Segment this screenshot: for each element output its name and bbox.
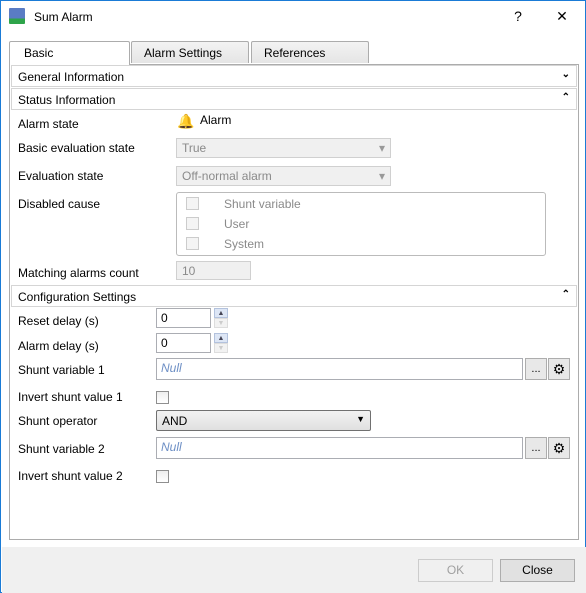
matching-count-label: Matching alarms count [18, 266, 139, 280]
section-title: Configuration Settings [18, 290, 137, 304]
reset-delay-label: Reset delay (s) [18, 314, 99, 328]
section-title: General Information [18, 70, 125, 84]
reset-delay-input[interactable]: 0 [156, 308, 211, 328]
shunt-variable-option: Shunt variable [224, 197, 301, 211]
alarm-delay-label: Alarm delay (s) [18, 339, 99, 353]
section-configuration-settings[interactable]: Configuration Settings ⌃ [11, 285, 577, 307]
eval-state-value: Off-normal alarm [182, 169, 272, 183]
chevron-down-icon: ⌄ [561, 69, 570, 80]
close-window-button[interactable]: ✕ [547, 5, 577, 27]
system-option: System [224, 237, 265, 251]
alarm-delay-input[interactable]: 0 [156, 333, 211, 353]
dialog-window: Sum Alarm ? ✕ Basic Alarm Settings Refer… [0, 0, 586, 593]
shunt-variable-1-input[interactable]: Null [156, 358, 523, 380]
shunt-variable-2-input[interactable]: Null [156, 437, 523, 459]
chevron-up-icon: ⌃ [561, 289, 570, 300]
disabled-cause-label: Disabled cause [18, 197, 101, 211]
gear-icon[interactable]: ⚙ [548, 437, 570, 459]
basic-eval-select: True [176, 138, 391, 158]
arrow-down-icon[interactable]: ▼ [214, 318, 228, 328]
dropdown-arrow-icon: ▼ [356, 414, 365, 424]
close-button[interactable]: Close [500, 559, 575, 582]
tab-basic[interactable]: Basic [9, 41, 130, 65]
arrow-down-icon[interactable]: ▼ [214, 343, 228, 353]
invert-shunt-1-checkbox[interactable] [156, 391, 169, 404]
arrow-up-icon[interactable]: ▲ [214, 333, 228, 343]
help-button[interactable]: ? [503, 5, 533, 27]
user-option: User [224, 217, 250, 231]
arrow-up-icon[interactable]: ▲ [214, 308, 228, 318]
section-status-information[interactable]: Status Information ⌃ [11, 88, 577, 110]
shunt-operator-label: Shunt operator [18, 414, 98, 428]
ok-button[interactable]: OK [418, 559, 493, 582]
basic-eval-value: True [182, 141, 207, 155]
window-title: Sum Alarm [34, 10, 93, 24]
section-title: Status Information [18, 93, 116, 107]
gear-icon[interactable]: ⚙ [548, 358, 570, 380]
invert-shunt-1-label: Invert shunt value 1 [18, 390, 123, 404]
matching-count-field: 10 [176, 261, 251, 280]
shunt-operator-value: AND [162, 414, 188, 428]
invert-shunt-2-label: Invert shunt value 2 [18, 469, 123, 483]
shunt-variable-2-label: Shunt variable 2 [18, 442, 105, 456]
alarm-state-value: Alarm [200, 113, 232, 127]
reset-delay-stepper[interactable]: ▲ ▼ [214, 308, 228, 328]
eval-state-select: Off-normal alarm [176, 166, 391, 186]
shunt-operator-select[interactable]: AND ▼ [156, 410, 371, 431]
shunt-variable-1-label: Shunt variable 1 [18, 363, 105, 377]
alarm-delay-stepper[interactable]: ▲ ▼ [214, 333, 228, 353]
tab-references[interactable]: References [251, 41, 369, 63]
section-general-information[interactable]: General Information ⌄ [11, 65, 577, 87]
invert-shunt-2-checkbox[interactable] [156, 470, 169, 483]
bell-icon: 🔔 [177, 113, 195, 129]
footer-bar [2, 547, 586, 593]
tab-alarm-settings[interactable]: Alarm Settings [131, 41, 249, 63]
eval-state-label: Evaluation state [18, 169, 104, 183]
basic-eval-label: Basic evaluation state [18, 141, 135, 155]
shunt-variable-checkbox [186, 197, 199, 210]
alarm-state-label: Alarm state [18, 117, 79, 131]
user-checkbox [186, 217, 199, 230]
browse-shunt-2-button[interactable]: ... [525, 437, 547, 459]
system-checkbox [186, 237, 199, 250]
browse-shunt-1-button[interactable]: ... [525, 358, 547, 380]
app-icon [9, 8, 25, 24]
chevron-up-icon: ⌃ [561, 92, 570, 103]
